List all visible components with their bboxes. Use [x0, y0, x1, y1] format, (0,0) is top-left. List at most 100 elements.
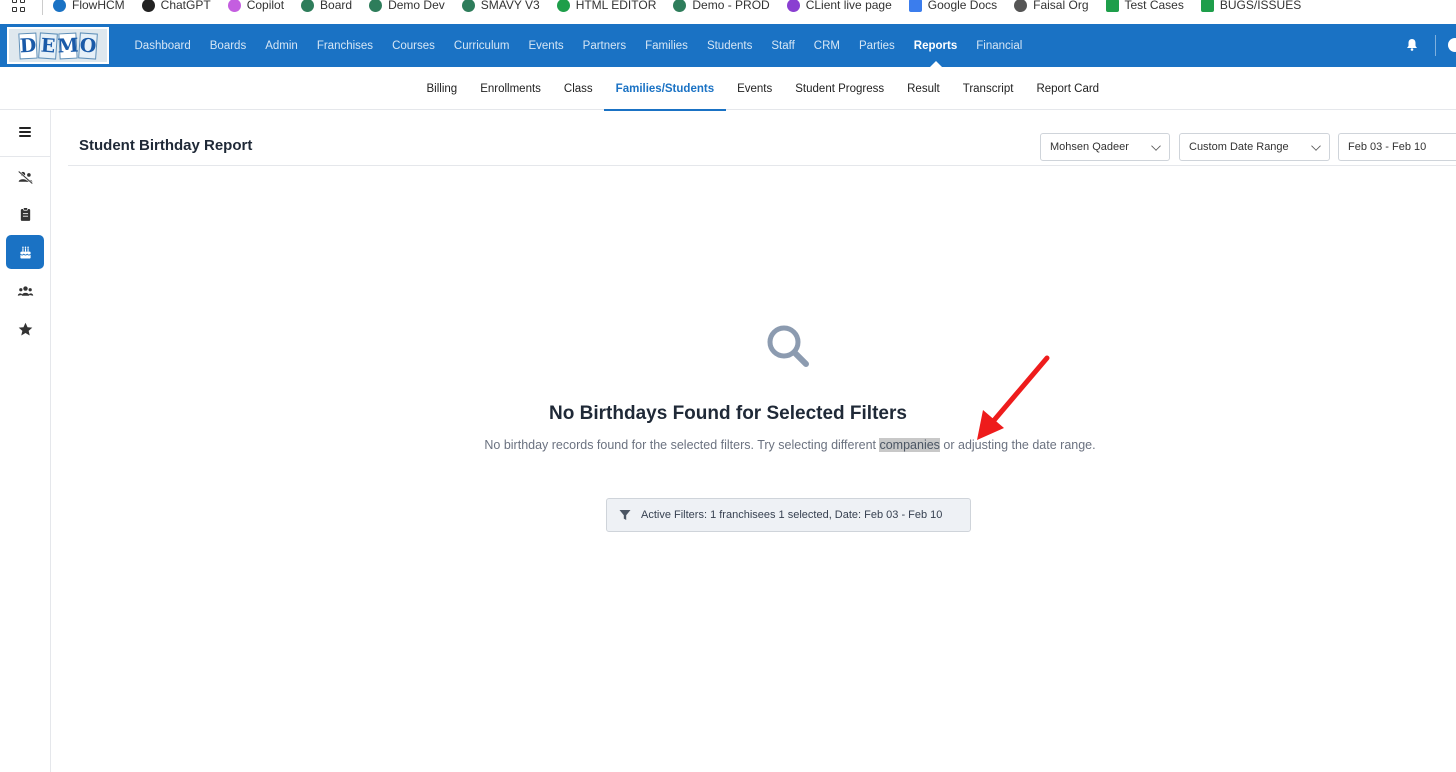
bookmark-label: Board — [320, 0, 353, 12]
bookmark-label: ChatGPT — [160, 0, 211, 12]
filter-icon — [619, 510, 631, 520]
nav-item-dashboard[interactable]: Dashboard — [125, 24, 200, 67]
bookmark-label: Demo - PROD — [692, 0, 770, 12]
bookmark-item[interactable]: ChatGPT — [141, 0, 211, 12]
bookmark-favicon-icon — [556, 0, 570, 12]
sidebar-item-users-slash[interactable] — [6, 160, 44, 194]
nav-item-curriculum[interactable]: Curriculum — [444, 24, 519, 67]
bookmark-item[interactable]: Test Cases — [1105, 0, 1184, 12]
bookmark-item[interactable]: Copilot — [227, 0, 284, 12]
bookmark-label: Test Cases — [1124, 0, 1184, 12]
top-navbar: DEMO Dashboard Boards Admin Franchises Cours… — [0, 24, 1456, 67]
birthday-cake-icon — [19, 245, 31, 258]
hamburger-menu-icon[interactable] — [19, 127, 31, 137]
nav-item-partners[interactable]: Partners — [573, 24, 635, 67]
bookmark-label: BUGS/ISSUES — [1219, 0, 1302, 12]
date-range-input[interactable]: Feb 03 - Feb 10 — [1338, 133, 1456, 161]
bookmark-favicon-icon — [141, 0, 155, 12]
date-range-type-select[interactable]: Custom Date Range — [1179, 133, 1330, 161]
empty-state-description: No birthday records found for the select… — [470, 435, 1110, 455]
bookmark-item[interactable]: BUGS/ISSUES — [1200, 0, 1302, 12]
users-slash-icon — [17, 170, 33, 184]
sidebar-item-star[interactable] — [6, 312, 44, 346]
left-sidebar — [0, 110, 51, 772]
demo-logo[interactable]: DEMO — [7, 27, 109, 64]
chevron-down-icon — [1151, 141, 1161, 151]
highlighted-word: companies — [879, 438, 940, 452]
nav-divider — [1435, 35, 1436, 56]
nav-item-reports[interactable]: Reports — [904, 24, 966, 67]
bookmark-favicon-icon — [369, 0, 383, 12]
search-icon — [767, 325, 809, 367]
logo-letter: D — [18, 32, 38, 59]
bookmark-label: CLient live page — [805, 0, 892, 12]
bookmark-item[interactable]: Board — [301, 0, 352, 12]
clipboard-icon — [20, 206, 30, 221]
page-header: Student Birthday Report Mohsen Qadeer Cu… — [68, 128, 1456, 166]
nav-item-financial[interactable]: Financial — [967, 24, 1032, 67]
empty-desc-text-1: No birthday records found for the select… — [484, 438, 880, 452]
empty-desc-text-2: or adjusting the date range. — [939, 438, 1096, 452]
bookmark-favicon-icon — [227, 0, 241, 12]
nav-item-events[interactable]: Events — [519, 24, 573, 67]
nav-item-courses[interactable]: Courses — [383, 24, 445, 67]
bookmark-favicon-icon — [1105, 0, 1119, 12]
tab-enrollments[interactable]: Enrollments — [469, 67, 553, 110]
bookmark-label: Faisal Org — [1033, 0, 1089, 12]
chevron-down-icon — [1311, 141, 1321, 151]
bookmark-item[interactable]: Faisal Org — [1014, 0, 1089, 12]
tab-transcript[interactable]: Transcript — [951, 67, 1025, 110]
tab-families-students[interactable]: Families/Students — [604, 67, 727, 111]
sidebar-item-clipboard[interactable] — [6, 197, 44, 231]
tab-events[interactable]: Events — [726, 67, 784, 110]
nav-item-students[interactable]: Students — [697, 24, 761, 67]
bookmark-item[interactable]: Demo Dev — [369, 0, 445, 12]
bookmark-favicon-icon — [1200, 0, 1214, 12]
bookmark-item[interactable]: SMAVY V3 — [461, 0, 540, 12]
tab-student-progress[interactable]: Student Progress — [784, 67, 896, 110]
logo-letter: M — [56, 32, 80, 59]
bookmark-favicon-icon — [673, 0, 687, 12]
user-avatar[interactable] — [1448, 38, 1456, 52]
main-nav: Dashboard Boards Admin Franchises Courses Cur… — [125, 24, 1032, 67]
bookmark-favicon-icon — [786, 0, 800, 12]
bookmark-favicon-icon — [461, 0, 475, 12]
bookmark-label: Demo Dev — [388, 0, 445, 12]
sidebar-item-birthday[interactable] — [6, 235, 44, 269]
tab-report-card[interactable]: Report Card — [1025, 67, 1111, 110]
star-icon — [18, 322, 32, 335]
bookmark-item[interactable]: Google Docs — [908, 0, 998, 12]
logo-letter: E — [38, 31, 58, 60]
nav-item-parties[interactable]: Parties — [850, 24, 905, 67]
bookmark-label: Google Docs — [927, 0, 998, 12]
active-filters-text: Active Filters: 1 franchisees 1 selected… — [641, 509, 943, 521]
nav-item-boards[interactable]: Boards — [200, 24, 255, 67]
nav-item-staff[interactable]: Staff — [762, 24, 804, 67]
franchise-select[interactable]: Mohsen Qadeer — [1040, 133, 1170, 161]
users-icon — [17, 285, 33, 296]
bookmark-item[interactable]: Demo - PROD — [673, 0, 770, 12]
empty-state-title: No Birthdays Found for Selected Filters — [549, 403, 907, 424]
bookmarks-bar: FlowHCM ChatGPT Copilot Board Demo Dev SMAVY … — [0, 0, 1456, 24]
logo-letter: O — [78, 31, 98, 60]
bookmark-label: HTML EDITOR — [575, 0, 657, 12]
nav-item-crm[interactable]: CRM — [804, 24, 849, 67]
bookmark-item[interactable]: FlowHCM — [53, 0, 125, 12]
notification-bell-icon[interactable] — [1406, 38, 1418, 51]
reports-subnav: Billing Enrollments Class Families/Students… — [0, 67, 1456, 111]
bookmark-item[interactable]: CLient live page — [786, 0, 892, 12]
bookmark-label: SMAVY V3 — [480, 0, 540, 12]
bookmark-item[interactable]: HTML EDITOR — [556, 0, 657, 12]
nav-item-families[interactable]: Families — [636, 24, 698, 67]
tab-result[interactable]: Result — [896, 67, 952, 110]
date-range-type-value: Custom Date Range — [1189, 141, 1289, 153]
sidebar-divider — [0, 156, 50, 157]
sidebar-item-users[interactable] — [6, 274, 44, 308]
tab-billing[interactable]: Billing — [415, 67, 469, 110]
tab-class[interactable]: Class — [552, 67, 604, 110]
nav-item-franchises[interactable]: Franchises — [307, 24, 382, 67]
bookmark-favicon-icon — [53, 0, 66, 12]
nav-item-admin[interactable]: Admin — [256, 24, 308, 67]
apps-grid-icon[interactable] — [12, 0, 26, 12]
franchise-select-value: Mohsen Qadeer — [1050, 141, 1129, 153]
